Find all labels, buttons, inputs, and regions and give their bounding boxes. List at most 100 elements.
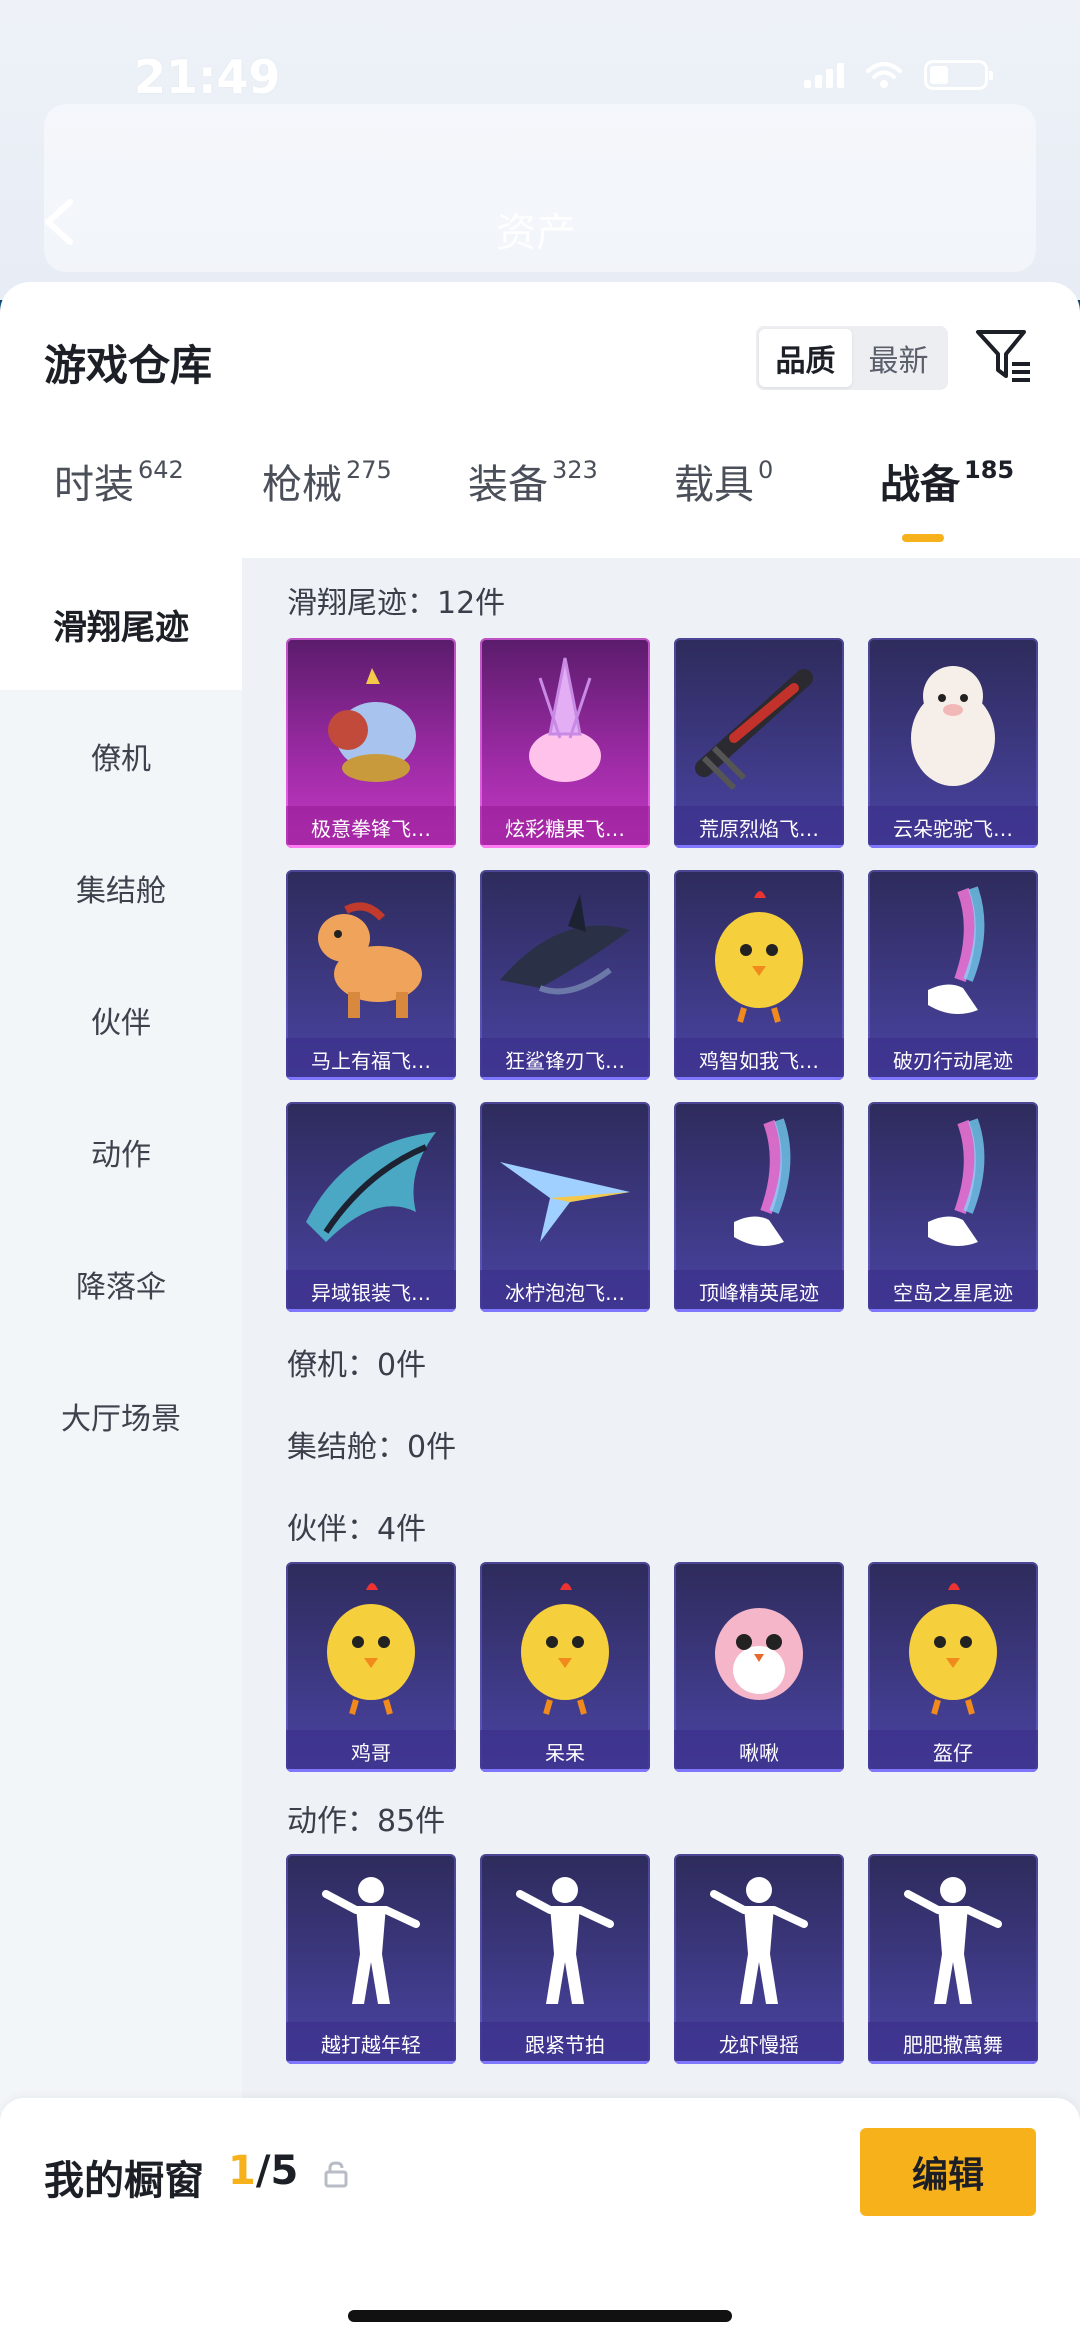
chick-illustration [521,1583,609,1715]
showcase-bar: 我的橱窗 1/5 编辑 [0,2098,1080,2341]
status-time: 21:49 [134,50,281,104]
companions-item-card[interactable]: 盔仔 [868,1562,1038,1772]
tab-firearms[interactable]: 枪械 275 [262,452,392,510]
trails-item-card[interactable]: 狂鲨锋刃飞… [480,870,650,1080]
trails-item-card[interactable]: 荒原烈焰飞… [674,638,844,848]
trails-item-card[interactable]: 炫彩糖果飞… [480,638,650,848]
item-name: 越打越年轻 [286,2022,456,2064]
crystal-candy-illustration [529,657,601,782]
smoke-trail-illustration [734,1118,791,1246]
quality-bar [868,845,1038,848]
item-name: 破刃行动尾迹 [868,1038,1038,1080]
quality-bar [480,1309,650,1312]
chicken-glasses-illustration [327,1583,415,1715]
companions-item-card[interactable]: 啾啾 [674,1562,844,1772]
signal-icon [804,62,844,88]
tab-count: 642 [138,456,184,484]
trails-item-card[interactable]: 异域银装飞… [286,1102,456,1312]
trails-item-card[interactable]: 云朵驼驼飞… [868,638,1038,848]
sidebar-item-companions[interactable]: 伙伴 [0,954,242,1086]
section-title-pod: 集结舱：0件 [287,1430,457,1465]
category-tabs: 时装 642 枪械 275 装备 323 载具 0 战备 185 [0,452,1080,548]
companions-item-card[interactable]: 呆呆 [480,1562,650,1772]
tab-battle-gear[interactable]: 战备 185 [880,452,1014,510]
emotes-item-card[interactable]: 肥肥撒萬舞 [868,1854,1038,2064]
tab-count: 323 [552,456,598,484]
showcase-count-current: 1 [228,2148,256,2194]
item-name: 肥肥撒萬舞 [868,2022,1038,2064]
trails-item-card[interactable]: 顶峰精英尾迹 [674,1102,844,1312]
trails-item-card[interactable]: 马上有福飞… [286,870,456,1080]
item-name: 狂鲨锋刃飞… [480,1038,650,1080]
quality-bar [480,1769,650,1772]
tab-count: 185 [964,456,1015,484]
sheet-title: 游戏仓库 [44,341,213,390]
item-name: 鸡哥 [286,1730,456,1772]
companions-item-card[interactable]: 鸡哥 [286,1562,456,1772]
page-title: 资产 [496,210,576,256]
item-name: 云朵驼驼飞… [868,806,1038,848]
item-name: 龙虾慢摇 [674,2022,844,2064]
tab-equipment[interactable]: 装备 323 [468,452,598,510]
trails-item-card[interactable]: 空岛之星尾迹 [868,1102,1038,1312]
sidebar-item-parachute[interactable]: 降落伞 [0,1218,242,1350]
quality-bar [868,1769,1038,1772]
showcase-label: 我的橱窗 [44,2158,204,2204]
smoke-trail-illustration [928,1118,985,1246]
tab-fashion[interactable]: 时装 642 [54,452,184,510]
filter-icon[interactable] [972,324,1036,388]
item-name: 跟紧节拍 [480,2022,650,2064]
sidebar-item-glide-trails[interactable]: 滑翔尾迹 [0,558,242,690]
shark-illustration [500,894,630,995]
quality-bar [480,1077,650,1080]
app-screen: 21:49 资产 游戏仓库 品质 最新 时装 642 枪械 275 装备 323… [0,0,1080,2341]
trails-item-card[interactable]: 鸡智如我飞… [674,870,844,1080]
item-name: 盔仔 [868,1730,1038,1772]
subcategory-sidebar: 滑翔尾迹 僚机 集结舱 伙伴 动作 降落伞 大厅场景 [0,558,242,2341]
quality-bar [286,1309,456,1312]
tab-label: 时装 [54,462,134,508]
trails-item-card[interactable]: 破刃行动尾迹 [868,870,1038,1080]
flame-glider-illustration [695,669,813,791]
back-arrow-icon[interactable] [40,198,80,246]
home-indicator [348,2310,732,2322]
warehouse-sheet: 游戏仓库 品质 最新 时装 642 枪械 275 装备 323 载具 0 战备 … [0,282,1080,2341]
section-title-companions: 伙伴：4件 [287,1512,427,1547]
tab-vehicles[interactable]: 载具 0 [674,452,773,510]
quality-bar [286,1769,456,1772]
item-name: 鸡智如我飞… [674,1038,844,1080]
item-name: 空岛之星尾迹 [868,1270,1038,1312]
active-tab-indicator [902,534,944,542]
emotes-item-card[interactable]: 跟紧节拍 [480,1854,650,2064]
tab-label: 载具 [674,462,754,508]
quality-bar [868,2061,1038,2064]
sidebar-item-rally-pod[interactable]: 集结舱 [0,822,242,954]
quality-bar [480,845,650,848]
tab-label: 战备 [880,462,960,508]
item-name: 炫彩糖果飞… [480,806,650,848]
wifi-icon [866,62,902,88]
showcase-count: 1/5 [228,2148,298,2194]
sidebar-item-emotes[interactable]: 动作 [0,1086,242,1218]
section-title-emotes: 动作：85件 [287,1804,446,1839]
trails-item-card[interactable]: 冰柠泡泡飞… [480,1102,650,1312]
sidebar-item-wingman[interactable]: 僚机 [0,690,242,822]
trails-item-card[interactable]: 极意拳锋飞… [286,638,456,848]
item-name: 顶峰精英尾迹 [674,1270,844,1312]
paper-plane-illustration [500,1162,630,1242]
lock-icon[interactable] [322,2160,350,2188]
emotes-item-card[interactable]: 越打越年轻 [286,1854,456,2064]
sort-newest-button[interactable]: 最新 [852,329,945,387]
bird-pink-illustration [715,1608,803,1700]
alpaca-illustration [911,666,995,786]
quality-bar [674,2061,844,2064]
sort-quality-button[interactable]: 品质 [759,329,852,387]
sidebar-item-lobby-scene[interactable]: 大厅场景 [0,1350,242,1482]
chicken-gold-illustration [715,891,803,1023]
emotes-grid: 越打越年轻 跟紧节拍 龙虾慢摇 肥肥撒萬舞 [286,1854,1038,2064]
edit-button[interactable]: 编辑 [860,2128,1036,2216]
emotes-item-card[interactable]: 龙虾慢摇 [674,1854,844,2064]
item-name: 啾啾 [674,1730,844,1772]
item-name: 异域银装飞… [286,1270,456,1312]
tab-count: 275 [346,456,392,484]
